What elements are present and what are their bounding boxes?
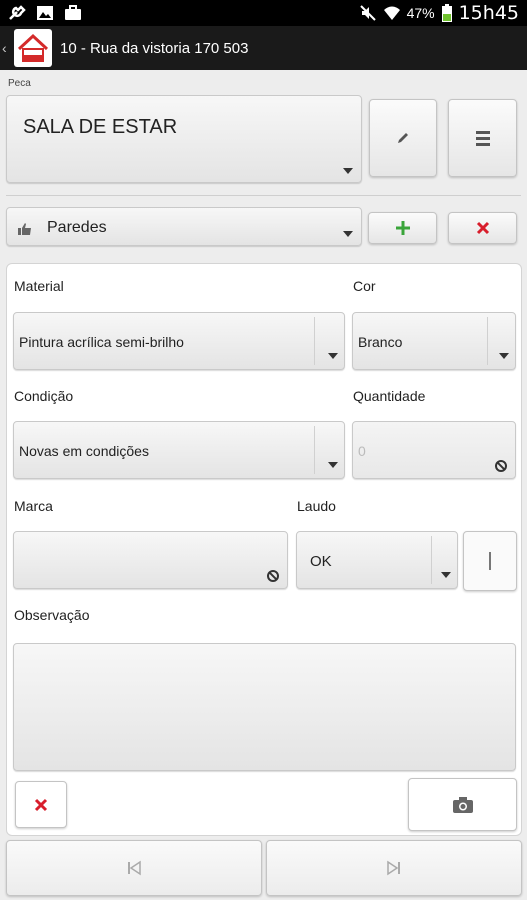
action-bar: ‹ 10 - Rua da vistoria 170 503	[0, 26, 527, 70]
chevron-down-icon	[343, 168, 353, 174]
cor-label: Cor	[353, 278, 376, 294]
previous-button[interactable]	[6, 840, 262, 896]
chevron-down-icon	[441, 572, 451, 578]
divider	[6, 195, 521, 196]
plus-icon	[395, 221, 410, 235]
condicao-spinner[interactable]: Novas em condições	[13, 421, 345, 479]
briefcase-icon	[65, 5, 81, 20]
chevron-down-icon	[343, 231, 353, 237]
peca-value: SALA DE ESTAR	[23, 116, 178, 138]
observacao-label: Observação	[14, 607, 90, 623]
clear-icon[interactable]	[495, 460, 507, 472]
laudo-label: Laudo	[297, 498, 336, 514]
pencil-icon	[398, 133, 408, 143]
next-button[interactable]	[266, 840, 522, 896]
clear-icon[interactable]	[267, 570, 279, 582]
laudo-indicator-button[interactable]	[463, 531, 517, 591]
delete-button[interactable]	[15, 781, 67, 828]
battery-percent: 47%	[406, 5, 435, 21]
wrench-icon	[9, 5, 26, 20]
image-icon	[37, 6, 53, 20]
material-value: Pintura acrílica semi-brilho	[19, 334, 184, 350]
chevron-down-icon	[499, 353, 509, 359]
spinner-divider	[314, 317, 315, 365]
chevron-down-icon	[328, 353, 338, 359]
quantidade-placeholder: 0	[358, 443, 366, 459]
peca-spinner[interactable]: SALA DE ESTAR	[6, 95, 362, 183]
quantidade-label: Quantidade	[353, 388, 426, 404]
camera-button[interactable]	[408, 778, 517, 831]
camera-icon	[452, 796, 473, 813]
material-label: Material	[14, 278, 64, 294]
spinner-divider	[487, 317, 488, 365]
mute-icon	[359, 5, 376, 21]
spinner-divider	[314, 426, 315, 474]
marca-input[interactable]	[13, 531, 288, 589]
action-bar-title: 10 - Rua da vistoria 170 503	[60, 39, 249, 57]
item-value: Paredes	[47, 219, 107, 236]
cor-spinner[interactable]: Branco	[352, 312, 516, 370]
close-icon	[476, 221, 489, 235]
clock: 15h45	[458, 2, 519, 24]
back-chevron-icon[interactable]: ‹	[2, 40, 14, 56]
status-bar: 47% 15h45	[0, 0, 527, 26]
text-cursor-icon	[489, 552, 491, 570]
edit-peca-button[interactable]	[369, 99, 437, 177]
close-icon	[34, 798, 48, 811]
list-icon	[475, 131, 490, 146]
add-item-button[interactable]	[368, 212, 437, 244]
observacao-textarea[interactable]	[13, 643, 516, 771]
chevron-down-icon	[328, 462, 338, 468]
thumb-up-icon	[18, 223, 31, 235]
material-spinner[interactable]: Pintura acrílica semi-brilho	[13, 312, 345, 370]
marca-label: Marca	[14, 498, 53, 514]
remove-item-button[interactable]	[448, 212, 517, 244]
list-button[interactable]	[448, 99, 517, 177]
peca-label: Peca	[8, 78, 31, 89]
laudo-spinner[interactable]: OK	[296, 531, 458, 589]
laudo-value: OK	[310, 553, 332, 570]
wifi-icon	[383, 6, 400, 20]
spinner-divider	[431, 536, 432, 584]
condicao-label: Condição	[14, 388, 74, 404]
quantidade-input[interactable]: 0	[352, 421, 516, 479]
skip-previous-icon	[128, 860, 141, 876]
item-spinner[interactable]: Paredes	[6, 207, 362, 246]
app-logo[interactable]	[14, 29, 52, 67]
condicao-value: Novas em condições	[19, 443, 149, 459]
skip-next-icon	[387, 860, 400, 876]
battery-icon	[441, 4, 452, 22]
cor-value: Branco	[358, 334, 403, 350]
